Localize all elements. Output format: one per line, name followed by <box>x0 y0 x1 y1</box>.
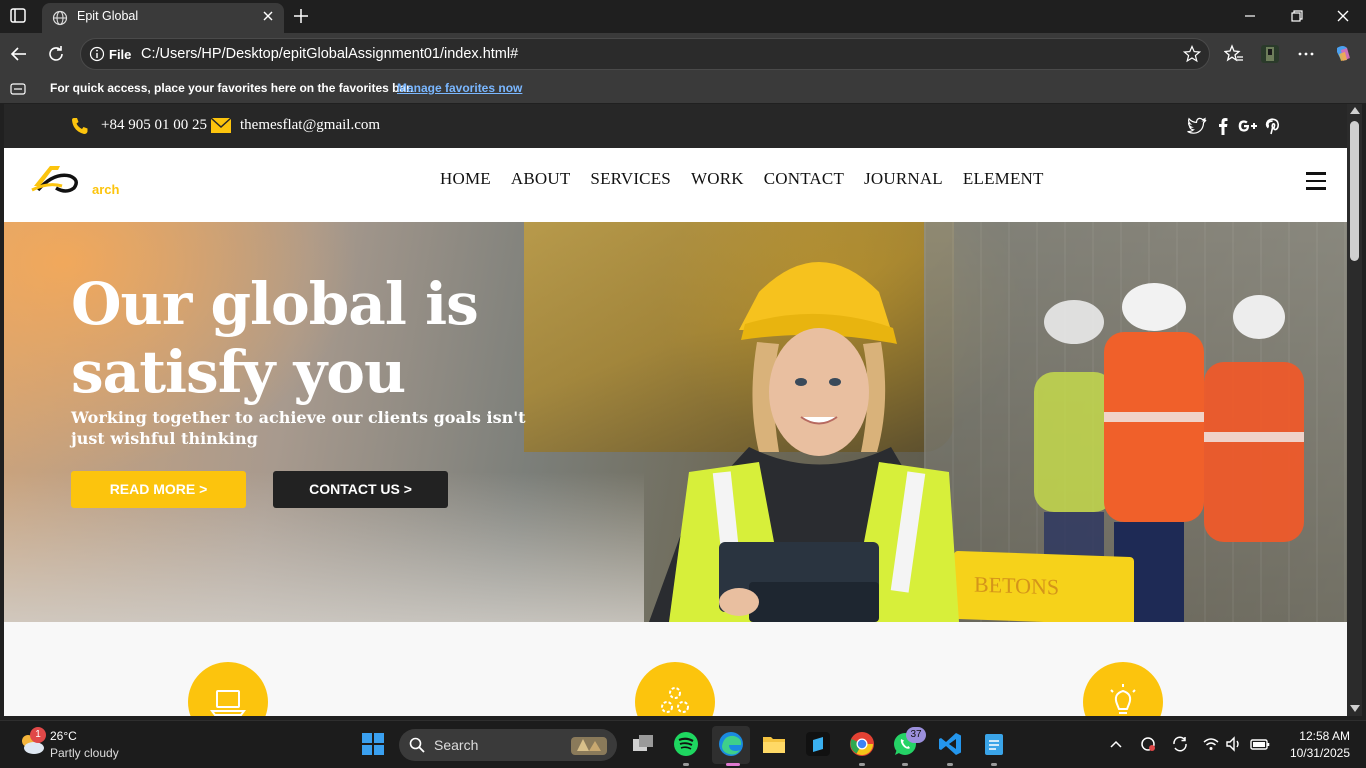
tab-actions-icon[interactable] <box>8 7 30 25</box>
hero-title: Our global is satisfy you <box>71 270 479 406</box>
restore-icon[interactable] <box>1289 8 1305 24</box>
search-highlight-icon <box>571 737 607 755</box>
globe-icon <box>52 10 68 26</box>
scrollbar-thumb[interactable] <box>1350 121 1359 261</box>
contact-email[interactable]: themesflat@gmail.com <box>240 117 380 134</box>
minimize-icon[interactable] <box>1242 8 1258 24</box>
site-logo[interactable]: arch <box>28 156 128 200</box>
notepad-icon[interactable] <box>981 731 1007 757</box>
file-explorer-icon[interactable] <box>761 731 787 757</box>
wifi-icon[interactable] <box>1202 735 1220 753</box>
nav-element[interactable]: ELEMENT <box>963 169 1044 189</box>
browser-toolbar: File C:/Users/HP/Desktop/epitGlobalAssig… <box>0 33 1366 75</box>
clock-date[interactable]: 10/31/2025 <box>1278 746 1350 760</box>
scroll-up-icon[interactable] <box>1350 107 1360 114</box>
task-view-icon[interactable] <box>630 731 656 757</box>
browser-tab-active[interactable]: Epit Global <box>42 3 284 33</box>
manage-favorites-link[interactable]: Manage favorites now <box>397 81 522 95</box>
feature-gears[interactable] <box>635 662 715 716</box>
pinterest-icon[interactable] <box>1261 115 1283 137</box>
site-header: arch HOME ABOUT SERVICES WORK CONTACT JO… <box>4 148 1347 222</box>
browser-titlebar: Epit Global <box>0 0 1366 33</box>
google-plus-icon[interactable] <box>1236 115 1260 137</box>
search-icon <box>409 737 425 753</box>
address-bar[interactable]: File C:/Users/HP/Desktop/epitGlobalAssig… <box>80 38 1210 70</box>
edge-icon[interactable] <box>718 731 744 757</box>
gears-icon <box>661 687 689 713</box>
url-text[interactable]: C:/Users/HP/Desktop/epitGlobalAssignment… <box>141 46 518 62</box>
chrome-running-indicator <box>859 763 865 766</box>
battery-icon[interactable] <box>1250 735 1270 753</box>
show-hidden-icons-icon[interactable] <box>1107 735 1125 753</box>
weather-temperature[interactable]: 26°C <box>50 729 77 743</box>
nav-services[interactable]: SERVICES <box>590 169 671 189</box>
edge-running-indicator <box>726 763 740 766</box>
features-section <box>4 622 1347 716</box>
nav-journal[interactable]: JOURNAL <box>864 169 943 189</box>
nav-home[interactable]: HOME <box>440 169 491 189</box>
favorites-bar: For quick access, place your favorites h… <box>0 75 1366 103</box>
app-launcher-icon[interactable] <box>805 731 831 757</box>
favorite-star-icon[interactable] <box>1183 45 1201 63</box>
volume-icon[interactable] <box>1225 735 1243 753</box>
tab-title: Epit Global <box>77 9 139 23</box>
taskbar-search[interactable]: Search <box>399 729 617 761</box>
logo-text: arch <box>92 182 120 197</box>
site-topbar: +84 905 01 00 25 themesflat@gmail.com <box>4 104 1347 148</box>
facebook-icon[interactable] <box>1212 115 1234 137</box>
close-tab-icon[interactable] <box>260 8 276 24</box>
menu-toggle-icon[interactable] <box>1306 172 1326 192</box>
spotify-icon[interactable] <box>673 731 699 757</box>
twitter-icon[interactable] <box>1186 115 1208 137</box>
more-options-icon[interactable] <box>1296 44 1316 64</box>
contact-us-button[interactable]: CONTACT US > <box>273 471 448 508</box>
whatsapp-running-indicator <box>902 763 908 766</box>
scroll-down-icon[interactable] <box>1350 705 1360 712</box>
vscode-running-indicator <box>947 763 953 766</box>
feature-laptop[interactable] <box>188 662 268 716</box>
lightbulb-icon <box>1110 684 1136 714</box>
contact-phone[interactable]: +84 905 01 00 25 <box>101 117 207 134</box>
scheme-label: File <box>109 47 132 62</box>
spotify-running-indicator <box>683 763 689 766</box>
favorites-bar-icon <box>10 83 26 95</box>
hero-banner: BETONS Our global is satisfy you Working… <box>4 222 1347 622</box>
mail-icon <box>210 117 232 133</box>
weather-badge: 1 <box>30 727 46 743</box>
info-icon[interactable] <box>89 46 105 62</box>
nav-contact[interactable]: CONTACT <box>764 169 844 189</box>
favorites-message: For quick access, place your favorites h… <box>50 81 414 95</box>
refresh-icon[interactable] <box>46 44 66 64</box>
taskbar: 1 26°C Partly cloudy Search 37 12:58 AM … <box>0 720 1366 768</box>
vscode-icon[interactable] <box>937 731 963 757</box>
nav-work[interactable]: WORK <box>691 169 744 189</box>
nav-about[interactable]: ABOUT <box>511 169 571 189</box>
back-icon[interactable] <box>9 44 29 64</box>
whatsapp-badge: 37 <box>906 727 926 743</box>
page-scrollbar[interactable] <box>1347 104 1362 716</box>
phone-icon <box>72 118 88 134</box>
new-tab-icon[interactable] <box>292 7 310 25</box>
road-sign: BETONS <box>954 550 1134 622</box>
search-label: Search <box>434 737 479 753</box>
worker-woman-image <box>649 262 959 622</box>
page-viewport: +84 905 01 00 25 themesflat@gmail.com ar… <box>4 104 1347 716</box>
chrome-icon[interactable] <box>849 731 875 757</box>
profile-avatar-icon[interactable] <box>1260 44 1280 64</box>
copilot-icon[interactable] <box>1333 44 1353 64</box>
hero-subtitle: Working together to achieve our clients … <box>71 408 526 448</box>
read-more-button[interactable]: READ MORE > <box>71 471 246 508</box>
windows-start-icon[interactable] <box>361 732 385 756</box>
main-nav: HOME ABOUT SERVICES WORK CONTACT JOURNAL… <box>440 169 1064 189</box>
weather-description[interactable]: Partly cloudy <box>50 746 119 760</box>
favorites-icon[interactable] <box>1224 44 1244 64</box>
notepad-running-indicator <box>991 763 997 766</box>
sync-status-icon[interactable] <box>1139 735 1157 753</box>
clock-time[interactable]: 12:58 AM <box>1290 729 1350 743</box>
update-icon[interactable] <box>1171 735 1189 753</box>
close-window-icon[interactable] <box>1335 8 1351 24</box>
laptop-icon <box>210 690 246 716</box>
feature-lightbulb[interactable] <box>1083 662 1163 716</box>
